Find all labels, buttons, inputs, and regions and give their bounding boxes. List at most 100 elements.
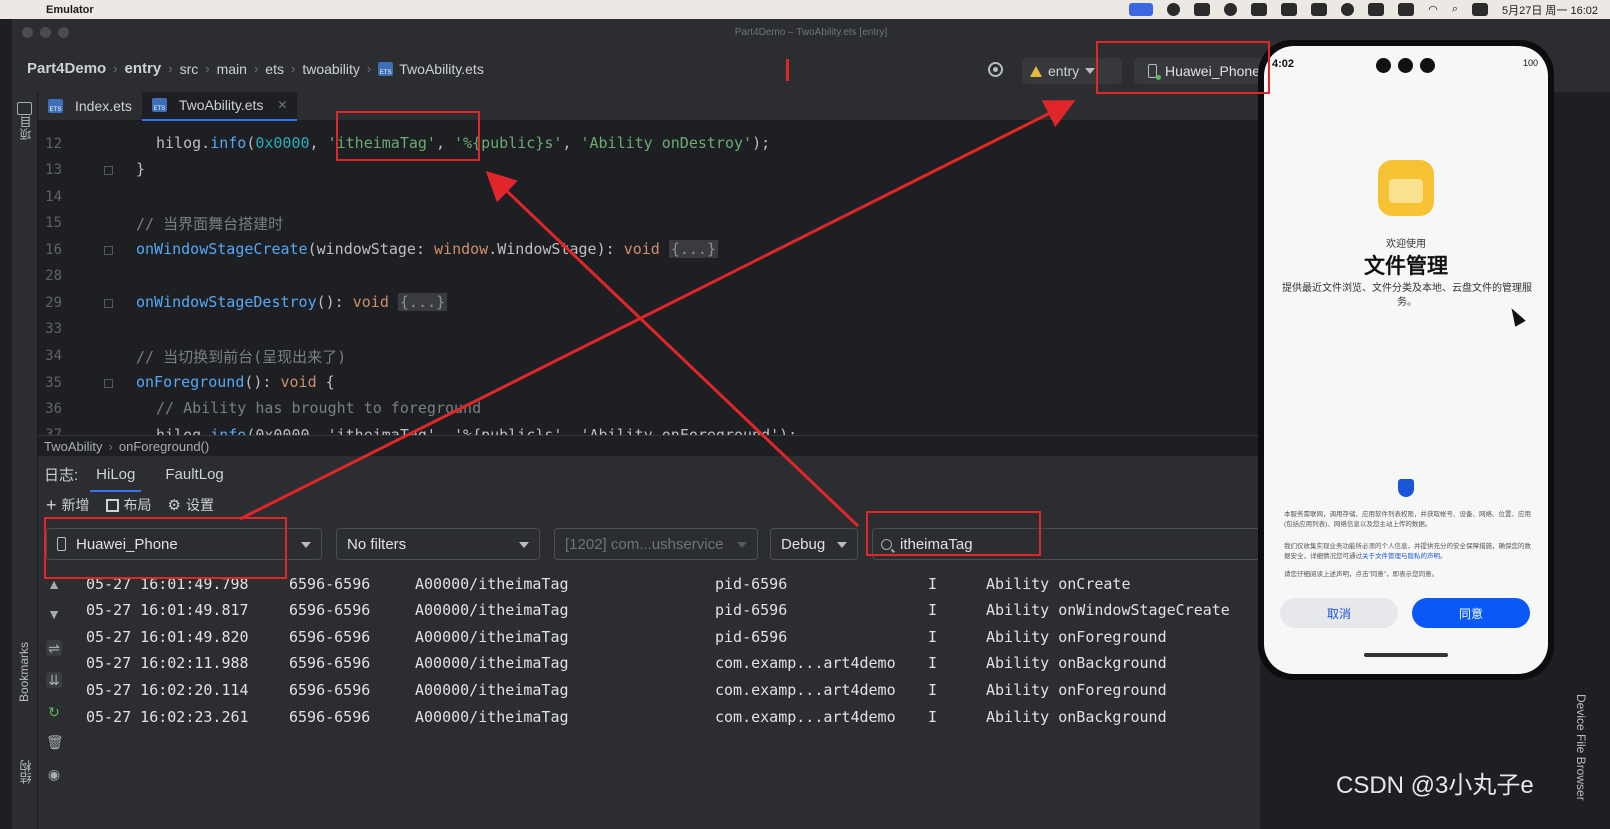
s-app-icon[interactable]	[1368, 3, 1385, 16]
code-token: .	[201, 426, 211, 435]
home-indicator[interactable]	[1364, 653, 1448, 657]
line-number: 29	[45, 295, 62, 311]
privacy-statement-link[interactable]: 关于文件管理与隐私的声明	[1362, 553, 1440, 560]
code-token: void	[623, 240, 660, 258]
log-row[interactable]: 05-27 16:02:23.261 6596-6596 A00000/itheim…	[86, 703, 1260, 730]
log-row[interactable]: 05-27 16:02:20.114 6596-6596 A00000/itheim…	[86, 676, 1260, 703]
log-cell-lvl: I	[928, 627, 938, 646]
target-icon[interactable]	[988, 62, 1003, 77]
settings-button[interactable]: ⚙ 设置	[168, 495, 214, 515]
trash-icon[interactable]: 🗑	[46, 734, 64, 750]
soft-wrap-icon[interactable]: ⇌	[46, 640, 62, 656]
menubar-datetime[interactable]: 5月27日 周一 16:02	[1502, 2, 1598, 18]
project-icon[interactable]	[17, 102, 32, 115]
code-token: (	[246, 134, 256, 152]
log-cell-proc: com.examp...art4demo	[715, 654, 896, 673]
structure-tool-label[interactable]: 结构	[17, 760, 34, 784]
project-tool-label[interactable]: 项目	[17, 116, 34, 140]
folded-code-block[interactable]: {...}	[397, 293, 448, 311]
crumb-twoability[interactable]: twoability	[302, 61, 360, 77]
close-window-button[interactable]	[22, 27, 33, 38]
crumb-module[interactable]: entry	[125, 60, 162, 77]
crumb-main[interactable]: main	[217, 61, 247, 77]
battery-icon[interactable]	[1398, 3, 1415, 16]
tab-twoability-ets[interactable]: ETS TwoAbility.ets ✕	[141, 91, 298, 121]
control-center-icon[interactable]	[1472, 3, 1488, 16]
fold-marker-icon[interactable]	[104, 299, 113, 308]
wechat-icon[interactable]	[1194, 3, 1211, 16]
screen-icon[interactable]	[1129, 3, 1154, 16]
log-cell-msg: Ability onBackground	[986, 654, 1167, 673]
pen-icon[interactable]	[1311, 3, 1328, 16]
log-cell-msg: Ability onCreate	[986, 574, 1131, 593]
log-filter-select[interactable]: No filters	[336, 528, 540, 560]
code-token: void	[280, 373, 317, 391]
add-button[interactable]: + 新增	[46, 495, 90, 515]
play-icon[interactable]	[1341, 3, 1355, 16]
phone-screen[interactable]: 4:02 100 欢迎使用 文件管理 提供最近文件浏览、文件分类及本地、云盘文件…	[1264, 46, 1548, 674]
log-cell-lvl: I	[928, 574, 938, 593]
camera-icon[interactable]: ◉	[46, 766, 62, 782]
search-app-icon[interactable]	[1224, 3, 1238, 16]
folded-code-block[interactable]: {...}	[668, 240, 718, 258]
log-process-select[interactable]: [1202] com...ushservice	[554, 528, 758, 560]
chat-icon[interactable]	[1167, 3, 1181, 16]
minimize-window-button[interactable]	[40, 27, 51, 38]
tab-faultlog[interactable]: FaultLog	[165, 456, 223, 492]
plus-icon: +	[46, 495, 57, 515]
agree-button[interactable]: 同意	[1412, 598, 1530, 628]
code-editor[interactable]: 12 hilog.info(0x0000, 'itheimaTag', '%{p…	[38, 121, 1260, 435]
log-cell-msg: Ability onForeground	[986, 627, 1167, 646]
crumb-ets[interactable]: ets	[265, 61, 284, 77]
layout-button[interactable]: 布局	[105, 495, 152, 515]
tab-label: Index.ets	[75, 98, 132, 114]
tab-hilog[interactable]: HiLog	[90, 456, 142, 492]
scroll-to-end-icon[interactable]: ⇊	[46, 672, 62, 688]
fold-marker-icon[interactable]	[104, 246, 113, 255]
fold-marker-icon[interactable]	[104, 166, 113, 175]
annotation-box-device	[1096, 41, 1270, 94]
menubar-app-name[interactable]: Emulator	[46, 4, 94, 16]
log-cell-proc: com.examp...art4demo	[715, 707, 896, 726]
grid-app-icon[interactable]	[1281, 3, 1298, 16]
wifi-icon[interactable]: ◠	[1428, 3, 1438, 16]
code-line: 16	[38, 237, 62, 263]
log-row[interactable]: 05-27 16:01:49.817 6596-6596 A00000/itheim…	[86, 597, 1260, 624]
log-row[interactable]: 05-27 16:01:49.820 6596-6596 A00000/itheim…	[86, 623, 1260, 650]
log-cell-pid: 6596-6596	[289, 654, 371, 673]
close-icon[interactable]: ✕	[277, 98, 287, 112]
scroll-down-icon[interactable]: ▼	[46, 606, 62, 622]
log-cell-time: 05-27 16:02:11.988	[86, 654, 249, 673]
privacy-para-1: 本服务需联网，调用存储、应用软件列表权限，并获取帐号、设备、网络、位置、应用(包…	[1284, 511, 1531, 528]
log-label: 日志:	[44, 466, 79, 484]
spotlight-icon[interactable]: ⌕	[1452, 3, 1458, 16]
log-level-select[interactable]: Debug	[770, 528, 858, 560]
code-line: 14	[38, 184, 62, 210]
code-token: ():	[316, 293, 353, 311]
breadcrumb: Part4Demo › entry › src › main › ets › t…	[27, 60, 484, 77]
log-side-toolbar: ▲ ▼ ⇌ ⇊ ↻ 🗑 ◉	[38, 562, 70, 829]
code-crumb-method[interactable]: onForeground()	[119, 439, 209, 454]
crumb-project[interactable]: Part4Demo	[27, 60, 106, 77]
log-cell-pid: 6596-6596	[289, 627, 371, 646]
restart-icon[interactable]: ↻	[46, 704, 62, 720]
code-token: ():	[244, 373, 281, 391]
cat-icon[interactable]	[1251, 3, 1268, 16]
cancel-button[interactable]: 取消	[1280, 598, 1398, 628]
bookmarks-tool-label[interactable]: Bookmarks	[17, 642, 31, 702]
device-file-browser-tool[interactable]: Device File Browser	[1574, 694, 1588, 801]
code-token: ,	[309, 134, 328, 152]
log-row[interactable]: 05-27 16:02:11.988 6596-6596 A00000/itheim…	[86, 650, 1260, 677]
crumb-src[interactable]: src	[180, 61, 199, 77]
code-token: :	[415, 240, 435, 258]
code-token: info	[210, 426, 247, 435]
code-line-16: onWindowStageCreate(windowStage: window.…	[136, 240, 718, 258]
code-line-37: hilog.info(0x0000, 'itheimaTag', '%{publ…	[156, 426, 797, 435]
fold-marker-icon[interactable]	[104, 379, 113, 388]
code-token: .	[488, 240, 498, 258]
camera-cutout	[1376, 58, 1435, 73]
code-crumb-class[interactable]: TwoAbility	[44, 439, 103, 454]
crumb-file[interactable]: TwoAbility.ets	[399, 61, 484, 77]
tab-index-ets[interactable]: ETS Index.ets	[38, 92, 142, 121]
zoom-window-button[interactable]	[58, 27, 69, 38]
